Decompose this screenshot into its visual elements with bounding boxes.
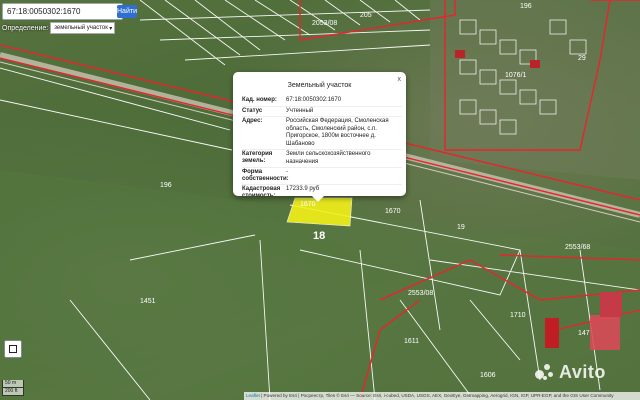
scale-bar-metric: 50 m — [2, 380, 24, 388]
parcel-label: 1606 — [480, 372, 496, 379]
scale-control: 50 m 200 ft — [2, 380, 24, 396]
search-input[interactable] — [3, 4, 117, 19]
watermark-text: Avito — [559, 362, 606, 382]
popup-row-key: Статус — [242, 107, 263, 114]
parcel-label: 1611 — [404, 338, 420, 345]
popup-row: Форма собственности: - — [242, 168, 402, 185]
parcel-label: 196 — [520, 3, 532, 10]
search-button[interactable]: Найти — [117, 5, 137, 18]
popup-info-table: Кад. номер: 67:18:0050302:1670 Статус Учтен… — [242, 96, 402, 196]
definition-select[interactable]: земельный участок ▾ — [50, 22, 116, 34]
popup-row: Статус Учтенный — [242, 107, 402, 117]
parcel-number-label: 18 — [313, 230, 326, 242]
search-box: Найти — [2, 3, 137, 20]
popup-row-key: Форма собственности: — [242, 169, 289, 182]
parcel-label: 1076/1 — [505, 72, 527, 79]
popup-row-key: Адрес: — [242, 118, 263, 124]
popup-row: Кад. номер: 67:18:0050302:1670 — [242, 96, 402, 107]
popup-row: Категория земель: Земли сельскохозяйствен… — [242, 150, 402, 168]
popup-row: Адрес: Российская Федерация, Смоленская о… — [242, 117, 402, 150]
definition-row: Определение: земельный участок ▾ — [2, 22, 116, 34]
parcel-label: 2053/08 — [312, 20, 338, 27]
popup-title: Земельный участок — [287, 82, 352, 89]
popup-row-value: 17233.9 руб — [286, 186, 320, 192]
parcel-label: 29 — [578, 55, 586, 62]
parcel-label: 1451 — [140, 298, 156, 305]
popup-row-value: - — [286, 169, 288, 175]
parcel-label: 205 — [360, 12, 372, 19]
leaflet-link[interactable]: Leaflet — [246, 393, 260, 398]
close-icon[interactable]: x — [398, 76, 402, 83]
attribution-text: | Powered by Esri | Росреестр, Tiles © E… — [261, 393, 614, 398]
avito-watermark: Avito — [535, 362, 606, 383]
parcel-label: 1670 — [385, 208, 401, 215]
avito-logo-icon — [535, 363, 557, 382]
parcel-label: 196 — [160, 182, 172, 189]
chevron-down-icon: ▾ — [109, 26, 113, 32]
popup-row-value: Земли сельскохозяйственного назначения — [286, 151, 371, 165]
parcel-label: 1670 — [300, 201, 316, 208]
map-attribution: Leaflet | Powered by Esri | Росреестр, T… — [244, 392, 640, 400]
popup-row-value: 67:18:0050302:1670 — [286, 97, 342, 103]
parcel-label: 2553/68 — [565, 244, 591, 251]
popup-row-value: Российская Федерация, Смоленская область… — [286, 118, 389, 147]
definition-selected: земельный участок — [54, 25, 108, 31]
parcel-info-popup: x Земельный участок Кад. номер: 67:18:005… — [233, 72, 406, 196]
fullscreen-icon — [9, 345, 17, 353]
popup-row-value: Учтенный — [286, 107, 314, 114]
parcel-label: 1710 — [510, 312, 526, 319]
popup-pointer — [311, 195, 325, 202]
definition-label: Определение: — [2, 24, 49, 32]
fullscreen-button[interactable] — [4, 340, 22, 358]
scale-bar-imperial: 200 ft — [2, 388, 24, 396]
popup-row-key: Категория земель: — [242, 151, 273, 164]
popup-row-key: Кад. номер: — [242, 97, 277, 103]
parcel-label: 147 — [578, 330, 590, 337]
popup-row-key: Кадастровая стоимость: — [242, 186, 281, 196]
parcel-label: 2553/08 — [408, 290, 434, 297]
parcel-label: 19 — [457, 224, 465, 231]
